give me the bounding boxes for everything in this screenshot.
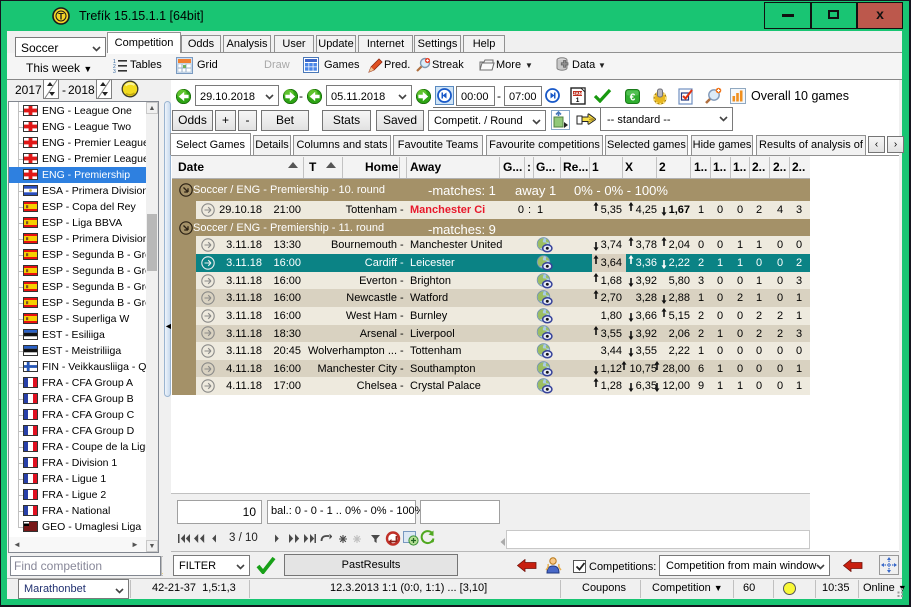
svg-text:T: T [58,12,64,22]
svg-text:JAN: JAN [573,91,582,96]
svg-text:1: 1 [576,97,580,104]
svg-text:€: € [630,93,636,104]
svg-text:3: 3 [113,69,116,73]
